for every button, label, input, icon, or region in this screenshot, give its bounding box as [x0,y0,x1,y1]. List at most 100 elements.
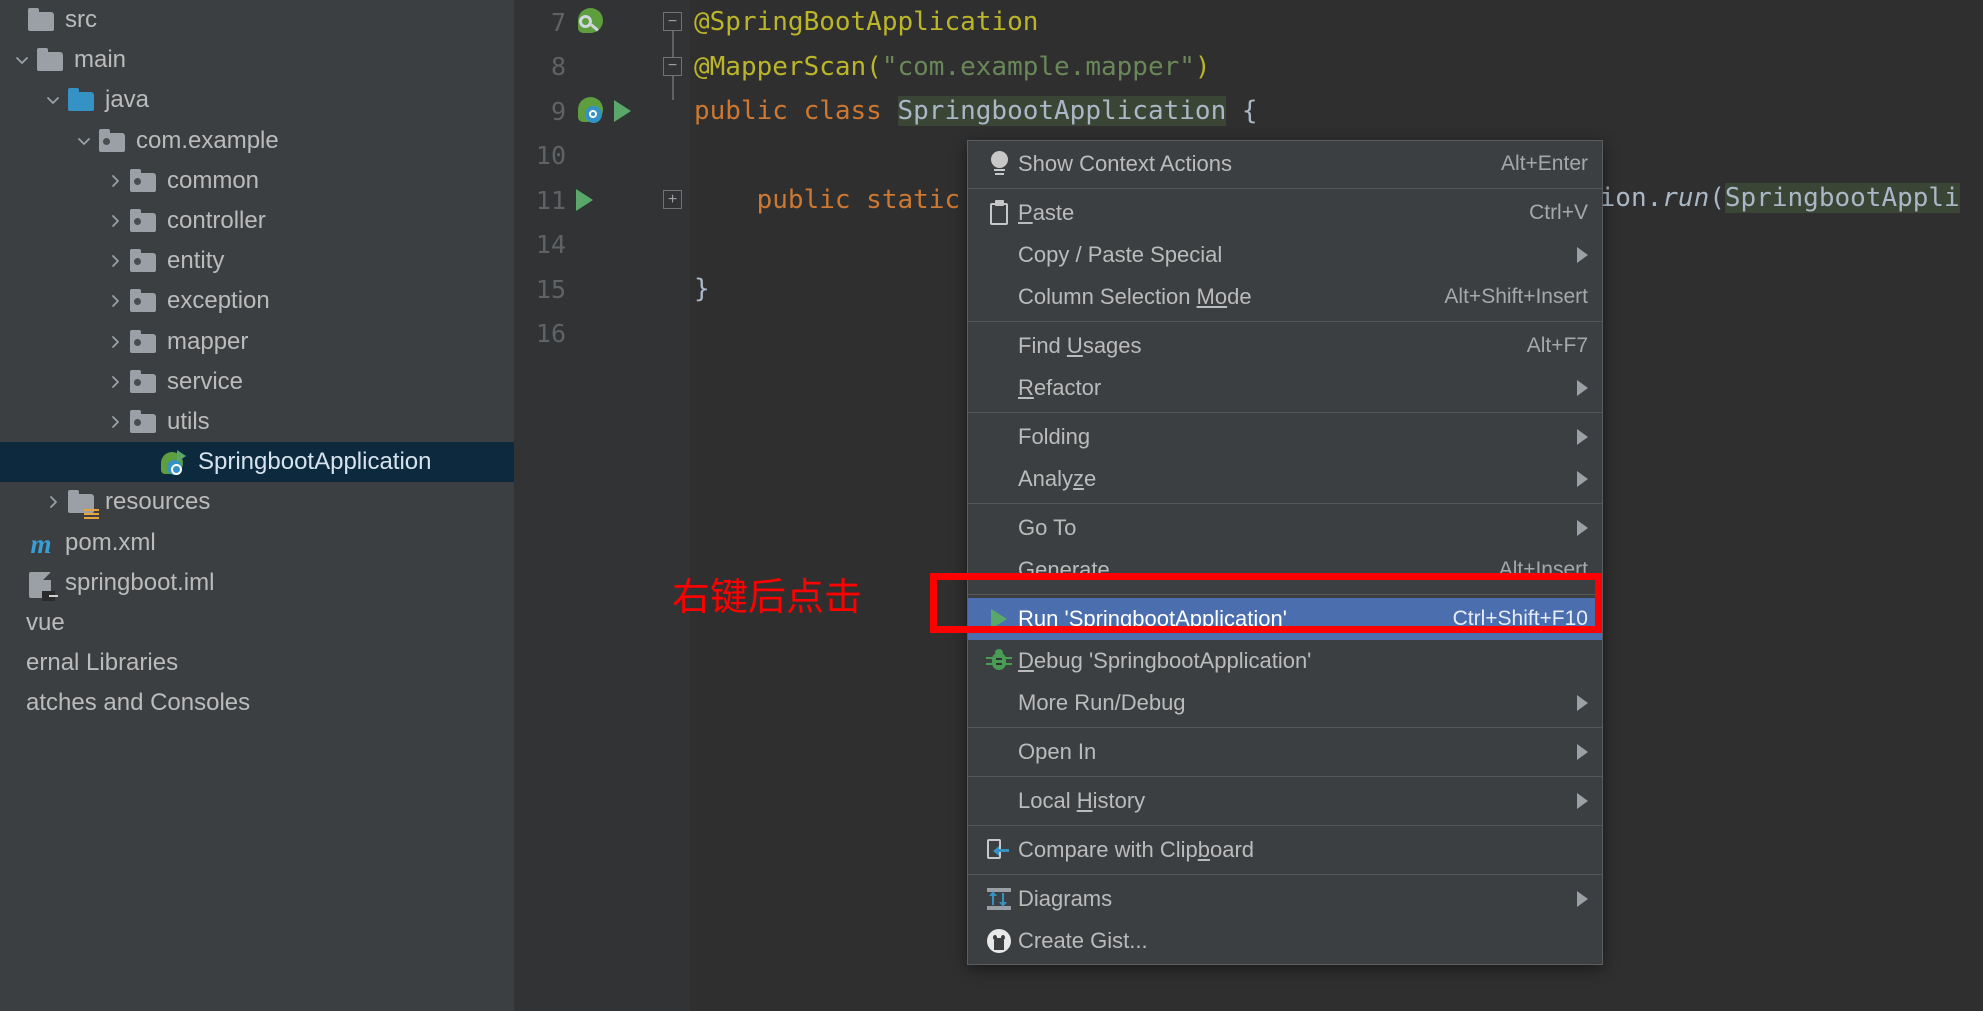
menu-item-more-run-debug[interactable]: More Run/Debug [968,682,1602,724]
menu-separator [968,321,1602,322]
menu-item-label: Analyze [1018,466,1097,491]
code-line: } [694,267,710,311]
module-file-icon [26,570,58,601]
chevron-down-icon[interactable] [71,128,97,154]
gutter-line: 15 [514,267,656,311]
chevron-right-icon[interactable] [102,329,128,355]
code-line-overflow: tion. run(SpringbootAppli [1584,176,1960,220]
fold-strip[interactable]: − − + [656,0,690,1011]
tree-item[interactable]: common [0,161,514,201]
menu-separator [968,727,1602,728]
tree-item[interactable]: vue [0,603,514,643]
menu-item-local-history[interactable]: Local History [968,780,1602,822]
tree-item-label: mapper [167,327,249,355]
folder-icon [35,47,65,73]
editor-context-menu[interactable]: Show Context Actions Alt+Enter Paste Ctrl+V… [967,140,1603,965]
package-folder-icon [128,288,158,314]
tree-item[interactable]: m pom.xml [0,523,514,563]
editor-gutter[interactable]: 7 8 9 10 11 14 15 16 [514,0,656,1011]
menu-item-compare-with-clipboard[interactable]: Compare with Clipboard [968,829,1602,871]
menu-item-open-in[interactable]: Open In [968,731,1602,773]
spring-bean-icon[interactable] [576,7,606,37]
menu-item-label: Compare with Clipboard [1018,837,1255,862]
github-icon [980,929,1018,953]
package-folder-icon [128,208,158,234]
run-gutter-icon[interactable] [614,100,631,122]
menu-item-find-usages[interactable]: Find Usages Alt+F7 [968,325,1602,367]
tree-item[interactable]: entity [0,241,514,281]
menu-item-show-context-actions[interactable]: Show Context Actions Alt+Enter [968,143,1602,185]
menu-item-label: Folding [1018,424,1091,449]
chevron-right-icon[interactable] [102,288,128,314]
tree-item[interactable]: src [0,0,514,40]
menu-item-folding[interactable]: Folding [968,416,1602,458]
ide-window: src main java com.example common controller en… [0,0,1983,1011]
code-token: ( [1709,183,1725,213]
tree-item[interactable]: resources [0,482,514,522]
tree-item[interactable]: mapper [0,322,514,362]
tree-item-selected[interactable]: SpringbootApplication [0,442,514,483]
fold-collapse-icon[interactable]: − [663,12,682,31]
tree-item[interactable]: ernal Libraries [0,643,514,683]
submenu-arrow-icon [1577,247,1588,263]
chevron-right-icon[interactable] [40,489,66,515]
tree-item[interactable]: springboot.iml [0,563,514,603]
chevron-right-icon[interactable] [102,409,128,435]
menu-item-shortcut: Alt+Enter [1501,152,1588,175]
tree-item[interactable]: atches and Consoles [0,683,514,723]
menu-item-analyze[interactable]: Analyze [968,458,1602,500]
menu-item-diagrams[interactable]: Diagrams [968,878,1602,920]
chevron-right-icon[interactable] [102,248,128,274]
tree-item[interactable]: exception [0,281,514,321]
project-tree-panel[interactable]: src main java com.example common controller en… [0,0,514,1011]
menu-item-label: More Run/Debug [1018,690,1186,715]
chevron-right-icon[interactable] [102,168,128,194]
tree-item-label: src [65,6,97,33]
menu-item-column-selection-mode[interactable]: Column Selection Mode Alt+Shift+Insert [968,276,1602,318]
code-token: SpringbootAppli [1724,183,1960,213]
menu-item-label: Create Gist... [1018,928,1148,953]
menu-separator [968,874,1602,875]
gutter-line: 10 [514,134,656,178]
tree-item-label: utils [167,408,210,435]
tree-item[interactable]: utils [0,402,514,442]
tree-item[interactable]: main [0,40,514,80]
line-number: 15 [535,274,566,304]
code-line: public class SpringbootApplication { [694,89,1258,133]
folder-icon [26,7,56,33]
tree-item-label: entity [167,247,225,275]
tree-item[interactable]: com.example [0,121,514,161]
menu-item-label: Diagrams [1018,886,1113,911]
line-number: 14 [535,230,566,259]
menu-separator [968,503,1602,504]
run-gutter-icon[interactable] [576,189,593,211]
package-folder-icon [128,248,158,274]
submenu-arrow-icon [1577,744,1588,760]
gutter-line: 14 [514,223,656,267]
code-line: @MapperScan("com.example.mapper") [694,45,1211,89]
fold-expand-icon[interactable]: + [663,190,682,209]
spring-boot-run-icon[interactable] [576,96,606,126]
chevron-right-icon[interactable] [102,208,128,234]
tree-item[interactable]: service [0,362,514,402]
tree-item[interactable]: java [0,80,514,120]
menu-item-create-gist[interactable]: Create Gist... [968,920,1602,962]
code-token: SpringbootApplication [897,96,1227,126]
tree-item-label: controller [167,207,266,234]
menu-item-debug-springbootapplication[interactable]: Debug 'SpringbootApplication' [968,640,1602,682]
diagrams-icon [980,887,1018,911]
menu-item-go-to[interactable]: Go To [968,507,1602,549]
package-folder-icon [128,329,158,355]
code-line: public static v [694,178,992,222]
chevron-right-icon[interactable] [102,369,128,395]
submenu-arrow-icon [1577,695,1588,711]
menu-item-copy-paste-special[interactable]: Copy / Paste Special [968,234,1602,276]
menu-item-shortcut: Ctrl+V [1529,201,1588,224]
fold-collapse-icon[interactable]: − [663,56,682,76]
chevron-down-icon[interactable] [9,47,35,73]
tree-item[interactable]: controller [0,201,514,241]
menu-item-refactor[interactable]: Refactor [968,367,1602,409]
gutter-icons [566,7,656,37]
chevron-down-icon[interactable] [40,87,66,113]
menu-item-paste[interactable]: Paste Ctrl+V [968,192,1602,234]
